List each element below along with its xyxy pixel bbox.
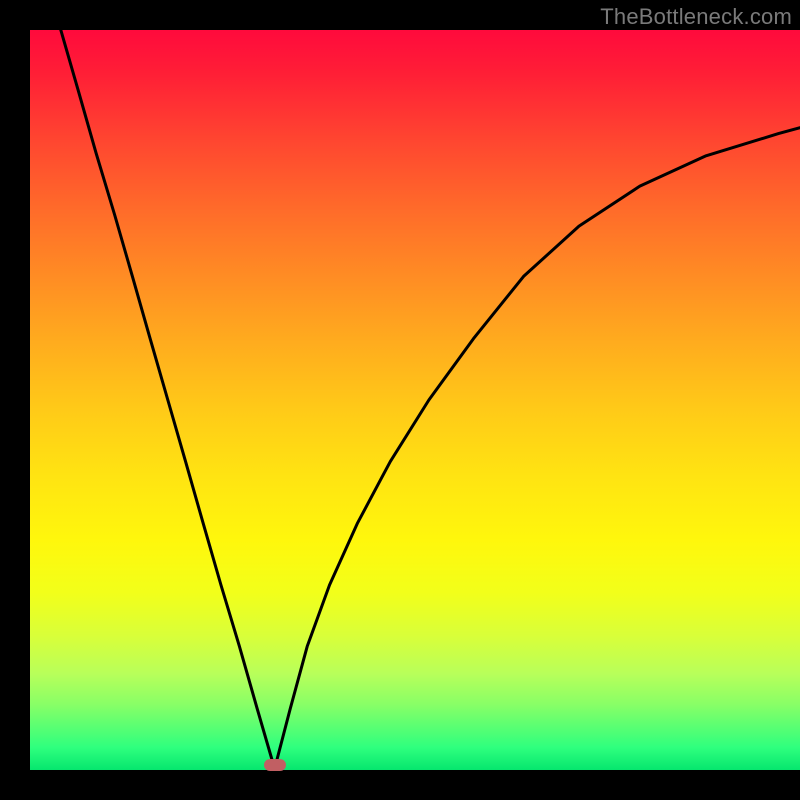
plot-area [30, 30, 800, 770]
curve-right-branch [277, 128, 800, 759]
curve-left-branch [61, 30, 272, 759]
optimum-marker [264, 759, 286, 771]
chart-frame: TheBottleneck.com [0, 0, 800, 800]
bottleneck-curve [30, 30, 800, 770]
watermark-text: TheBottleneck.com [600, 4, 792, 30]
